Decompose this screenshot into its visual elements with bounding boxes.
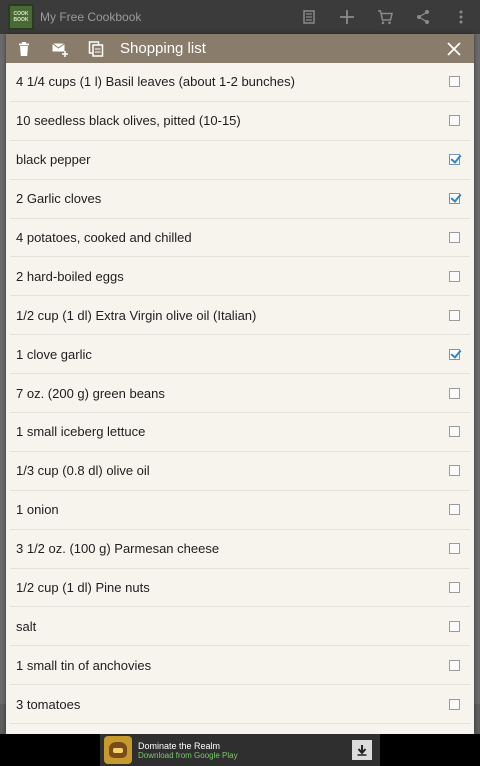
copy-icon <box>88 40 104 57</box>
item-checkbox[interactable] <box>449 465 460 477</box>
list-item[interactable]: 1 clove garlic <box>10 335 470 375</box>
item-label: 1 small iceberg lettuce <box>16 424 146 440</box>
item-checkbox[interactable] <box>449 115 460 127</box>
item-checkbox[interactable] <box>449 543 460 555</box>
item-label: 7 oz. (200 g) green beans <box>16 385 165 401</box>
share-icon <box>417 10 429 24</box>
item-checkbox[interactable] <box>449 232 460 243</box>
list-item[interactable]: 3 tomatoes <box>10 685 470 725</box>
trash-icon <box>19 41 29 56</box>
item-checkbox[interactable] <box>449 387 460 399</box>
list-button[interactable] <box>290 0 328 34</box>
download-icon <box>357 745 367 756</box>
item-label: salt <box>16 618 37 634</box>
email-add-icon <box>52 42 68 57</box>
share-button[interactable] <box>404 0 442 34</box>
delete-button[interactable] <box>6 34 42 63</box>
list-item[interactable]: 4 1/4 cups (1 l) Basil leaves (about 1-2… <box>10 63 470 102</box>
close-button[interactable] <box>434 34 474 63</box>
item-label: 2 Garlic cloves <box>16 191 102 207</box>
app-actions <box>290 0 480 34</box>
list-item[interactable]: 2 hard-boiled eggs <box>10 257 470 297</box>
list-item[interactable]: 1/3 cup (0.8 dl) olive oil <box>10 452 470 491</box>
item-label: 1 clove garlic <box>16 346 92 362</box>
item-label: 10 seedless black olives, pitted (10-15) <box>16 113 241 129</box>
app-title: My Free Cookbook <box>40 10 142 24</box>
item-label: 1/2 cup (1 dl) Pine nuts <box>16 580 150 596</box>
ad-subtitle: Download from Google Play <box>138 750 238 760</box>
list-item[interactable]: 1/2 cup (1 dl) Extra Virgin olive oil (I… <box>10 296 470 336</box>
item-label: 4 1/4 cups (1 l) Basil leaves (about 1-2… <box>16 74 295 90</box>
item-checkbox[interactable] <box>449 426 460 438</box>
item-label: 1/3 cup (0.8 dl) olive oil <box>16 463 150 479</box>
item-checkbox[interactable] <box>449 504 460 516</box>
list-item[interactable]: 4 potatoes, cooked and chilled <box>10 219 470 258</box>
game-icon <box>104 736 132 764</box>
dialog-header: Shopping list <box>6 34 474 63</box>
list-item[interactable]: 10 seedless black olives, pitted (10-15) <box>10 102 470 141</box>
item-checkbox[interactable] <box>449 620 460 632</box>
logo-line-2: BOOK <box>13 17 29 23</box>
item-label: black pepper <box>16 152 91 168</box>
list-item[interactable]: 7 oz. (200 g) green beans <box>10 374 470 414</box>
close-icon <box>447 41 461 56</box>
item-checkbox[interactable] <box>449 154 460 166</box>
ad-banner[interactable]: Dominate the Realm Download from Google … <box>100 734 380 766</box>
overflow-icon <box>459 10 463 24</box>
item-checkbox[interactable] <box>449 76 460 88</box>
shopping-list-dialog: Shopping list 4 1/4 cups (1 l) Basil lea… <box>6 34 474 734</box>
item-label: 1 small tin of anchovies <box>16 657 152 673</box>
item-checkbox[interactable] <box>449 270 460 282</box>
ad-title: Dominate the Realm <box>138 740 221 751</box>
email-list-button[interactable] <box>42 34 78 63</box>
plus-icon <box>340 10 354 24</box>
item-checkbox[interactable] <box>449 582 460 594</box>
ad-download-button[interactable] <box>352 740 372 760</box>
item-checkbox[interactable] <box>449 698 460 710</box>
item-checkbox[interactable] <box>449 309 460 321</box>
item-checkbox[interactable] <box>449 193 460 205</box>
list-item[interactable]: 1 onion <box>10 491 470 530</box>
list-item[interactable]: 1 small iceberg lettuce <box>10 413 470 452</box>
list-item[interactable]: 1 small tin of anchovies <box>10 646 470 686</box>
shopping-list: 4 1/4 cups (1 l) Basil leaves (about 1-2… <box>6 63 474 725</box>
list-item[interactable]: 2 Garlic cloves <box>10 180 470 219</box>
ad-text: Dominate the Realm Download from Google … <box>138 741 352 760</box>
list-icon <box>303 10 315 24</box>
item-label: 3 1/2 oz. (100 g) Parmesan cheese <box>16 541 220 557</box>
overflow-button[interactable] <box>442 0 480 34</box>
list-item[interactable]: 3 1/2 oz. (100 g) Parmesan cheese <box>10 530 470 569</box>
copy-button[interactable] <box>78 34 114 63</box>
app-bar: COOK BOOK My Free Cookbook <box>0 0 480 34</box>
cart-button[interactable] <box>366 0 404 34</box>
item-checkbox[interactable] <box>449 659 460 671</box>
dialog-title: Shopping list <box>120 40 206 57</box>
item-checkbox[interactable] <box>449 348 460 360</box>
app-logo[interactable]: COOK BOOK <box>8 4 34 30</box>
item-label: 4 potatoes, cooked and chilled <box>16 230 192 245</box>
item-label: 1 onion <box>16 502 59 518</box>
item-label: 2 hard-boiled eggs <box>16 268 124 284</box>
add-button[interactable] <box>328 0 366 34</box>
list-item[interactable]: 1/2 cup (1 dl) Pine nuts <box>10 569 470 608</box>
list-item[interactable]: salt <box>10 607 470 647</box>
list-item[interactable]: black pepper <box>10 141 470 180</box>
item-label: 3 tomatoes <box>16 696 81 712</box>
cart-icon <box>378 10 393 25</box>
ad-area: Dominate the Realm Download from Google … <box>0 734 480 766</box>
item-label: 1/2 cup (1 dl) Extra Virgin olive oil (I… <box>16 307 257 323</box>
